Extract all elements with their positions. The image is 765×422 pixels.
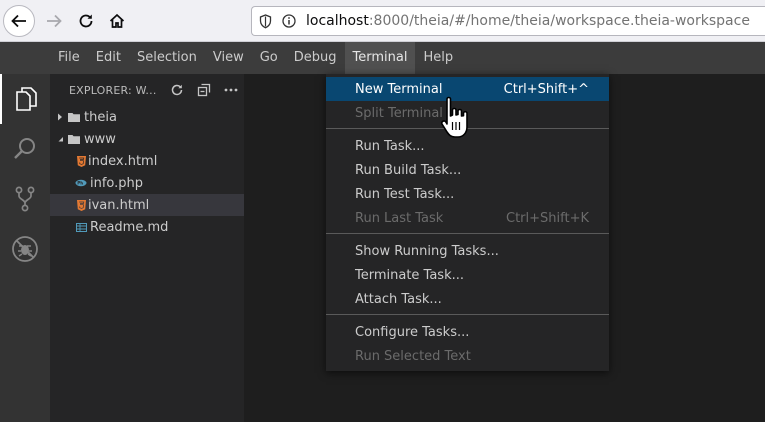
chevron-down-icon[interactable] xyxy=(56,135,64,143)
tree-item-ivan-html[interactable]: ivan.html xyxy=(50,194,244,216)
menu-item-run-test-task[interactable]: Run Test Task... xyxy=(326,182,609,206)
menu-item-label: Show Running Tasks... xyxy=(355,243,499,259)
browser-toolbar: localhost:8000/theia/#/home/theia/worksp… xyxy=(0,0,765,42)
tree-item-readme-md[interactable]: Readme.md xyxy=(50,216,244,238)
menu-item-label: Run Build Task... xyxy=(355,162,462,178)
collapse-all-icon[interactable] xyxy=(193,79,215,101)
menu-item-run-build-task[interactable]: Run Build Task... xyxy=(326,158,609,182)
menu-terminal[interactable]: Terminal xyxy=(344,42,416,74)
explorer-sidebar: EXPLORER: W... theia www index.html info… xyxy=(50,74,244,422)
menu-debug[interactable]: Debug xyxy=(286,42,345,74)
explorer-header: EXPLORER: W... xyxy=(50,74,244,106)
menu-bar: File Edit Selection View Go Debug Termin… xyxy=(0,42,765,74)
url-bar[interactable]: localhost:8000/theia/#/home/theia/worksp… xyxy=(251,6,765,36)
activity-bar xyxy=(0,74,50,422)
tree-item-index-html[interactable]: index.html xyxy=(50,150,244,172)
arrow-left-icon xyxy=(11,14,26,28)
menu-separator xyxy=(326,233,609,234)
menu-help[interactable]: Help xyxy=(415,42,461,74)
source-control-activity[interactable] xyxy=(0,174,50,224)
search-activity[interactable] xyxy=(0,124,50,174)
url-host: localhost xyxy=(306,13,369,29)
home-icon xyxy=(109,13,125,28)
php-icon xyxy=(75,177,87,189)
markdown-icon xyxy=(75,221,87,233)
menu-item-label: Attach Task... xyxy=(355,291,442,307)
arrow-right-icon xyxy=(47,14,62,28)
menu-separator xyxy=(326,314,609,315)
files-icon xyxy=(16,87,37,111)
tree-item-label: ivan.html xyxy=(88,197,150,213)
shield-icon[interactable] xyxy=(259,13,273,29)
menu-go[interactable]: Go xyxy=(252,42,286,74)
menu-item-attach-task[interactable]: Attach Task... xyxy=(326,287,609,311)
menu-item-configure-tasks[interactable]: Configure Tasks... xyxy=(326,320,609,344)
source-control-icon xyxy=(15,186,35,212)
hand-cursor-icon xyxy=(440,96,468,138)
menu-item-run-last-task: Run Last Task Ctrl+Shift+K xyxy=(326,206,609,230)
info-icon[interactable] xyxy=(282,14,296,28)
tree-item-label: info.php xyxy=(90,175,144,191)
explorer-title: EXPLORER: W... xyxy=(69,83,157,97)
back-button[interactable] xyxy=(3,5,35,37)
menu-item-label: Run Task... xyxy=(355,138,425,154)
url-path: :8000/theia/#/home/theia/workspace.theia… xyxy=(368,13,750,29)
explorer-activity[interactable] xyxy=(0,74,50,124)
more-actions-icon[interactable] xyxy=(220,79,242,101)
menu-item-label: Run Last Task xyxy=(355,210,444,226)
chevron-right-icon[interactable] xyxy=(56,113,64,121)
menu-item-run-selected-text: Run Selected Text xyxy=(326,344,609,368)
reload-icon xyxy=(79,14,93,28)
menu-selection[interactable]: Selection xyxy=(129,42,205,74)
tree-item-www[interactable]: www xyxy=(50,128,244,150)
menu-file[interactable]: File xyxy=(50,42,88,74)
reload-button[interactable] xyxy=(70,5,102,37)
html5-icon xyxy=(75,155,87,167)
tree-item-info-php[interactable]: info.php xyxy=(50,172,244,194)
tree-item-label: www xyxy=(84,131,116,147)
menu-item-label: Configure Tasks... xyxy=(355,324,470,340)
menu-item-label: Terminate Task... xyxy=(355,267,465,283)
menu-item-shortcut: Ctrl+Shift+K xyxy=(506,210,589,226)
tree-item-theia[interactable]: theia xyxy=(50,106,244,128)
menu-edit[interactable]: Edit xyxy=(88,42,129,74)
menu-item-show-running-tasks[interactable]: Show Running Tasks... xyxy=(326,239,609,263)
folder-icon xyxy=(68,133,80,145)
menu-item-label: Run Selected Text xyxy=(355,348,471,364)
menu-item-shortcut: Ctrl+Shift+^ xyxy=(503,81,589,97)
tree-item-label: Readme.md xyxy=(90,219,169,235)
folder-icon xyxy=(68,111,80,123)
tree-item-label: theia xyxy=(84,109,117,125)
menu-item-label: Run Test Task... xyxy=(355,186,455,202)
file-tree: theia www index.html info.php ivan.html … xyxy=(50,106,244,238)
search-icon xyxy=(14,138,35,159)
menu-item-label: New Terminal xyxy=(355,81,443,97)
home-button[interactable] xyxy=(101,5,133,37)
tree-item-label: index.html xyxy=(88,153,158,169)
menu-item-label: Split Terminal xyxy=(355,105,443,121)
menu-item-terminate-task[interactable]: Terminate Task... xyxy=(326,263,609,287)
refresh-icon[interactable] xyxy=(166,79,188,101)
html5-icon xyxy=(75,199,87,211)
debug-activity[interactable] xyxy=(0,224,50,274)
forward-button[interactable] xyxy=(38,5,70,37)
menu-view[interactable]: View xyxy=(205,42,252,74)
debug-icon xyxy=(12,236,38,262)
